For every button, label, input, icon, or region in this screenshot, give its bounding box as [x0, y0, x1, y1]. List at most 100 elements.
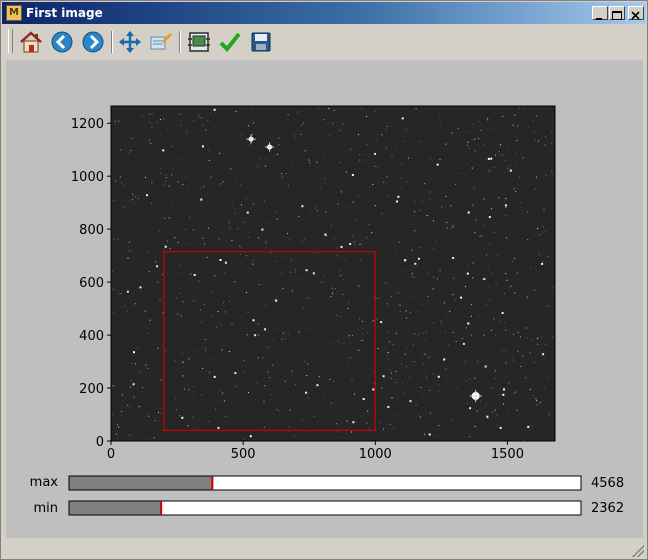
star — [274, 327, 276, 329]
star — [279, 410, 281, 412]
star — [483, 278, 486, 281]
star — [486, 254, 487, 256]
star — [434, 435, 436, 437]
star — [402, 393, 404, 395]
star — [385, 147, 387, 148]
star — [159, 299, 161, 301]
min-slider-handle[interactable] — [160, 501, 163, 515]
forward-arrow-icon — [82, 31, 104, 53]
star — [510, 285, 512, 287]
star — [160, 119, 161, 121]
star — [417, 334, 419, 335]
star — [397, 195, 400, 198]
star — [147, 252, 149, 253]
close-button[interactable] — [628, 6, 644, 20]
star — [494, 377, 496, 379]
star — [529, 352, 531, 354]
star — [433, 276, 435, 278]
star — [488, 170, 490, 172]
toolbar-grip[interactable] — [8, 29, 13, 53]
home-button[interactable] — [18, 28, 44, 56]
title-bar[interactable]: M First image — [2, 2, 646, 24]
zoom-button[interactable] — [148, 28, 174, 56]
star — [452, 419, 454, 421]
star — [392, 343, 394, 345]
star — [282, 175, 284, 177]
figure-canvas[interactable]: 0 500 1000 1500 0 200 400 600 800 1000 1200 max 4… — [6, 60, 643, 538]
star — [465, 360, 467, 362]
star — [444, 302, 445, 304]
star — [474, 377, 476, 379]
image-plot[interactable]: 0 500 1000 1500 0 200 400 600 800 1000 1200 max 4… — [6, 60, 643, 538]
star — [117, 424, 118, 426]
star — [160, 379, 162, 381]
star — [474, 189, 476, 191]
back-button[interactable] — [49, 28, 75, 56]
star — [451, 227, 453, 229]
pan-button[interactable] — [117, 28, 143, 56]
star — [543, 226, 544, 228]
star — [474, 138, 476, 140]
star — [340, 245, 343, 248]
star — [496, 425, 498, 427]
star — [544, 388, 546, 390]
star — [158, 411, 159, 413]
star — [488, 286, 490, 288]
star — [336, 254, 338, 256]
star — [201, 347, 203, 349]
minimize-icon — [596, 18, 602, 20]
star — [275, 260, 277, 262]
star — [462, 337, 464, 339]
star — [130, 150, 132, 152]
edit-axes-button[interactable] — [217, 28, 243, 56]
star — [523, 108, 525, 110]
star — [340, 275, 342, 277]
star — [343, 279, 345, 281]
star — [314, 207, 316, 209]
star — [387, 352, 389, 354]
star — [386, 351, 388, 353]
star — [120, 149, 122, 151]
star — [397, 292, 399, 294]
max-slider-handle[interactable] — [211, 476, 214, 490]
forward-button[interactable] — [80, 28, 106, 56]
star — [287, 114, 289, 116]
star — [347, 307, 349, 309]
star — [132, 383, 135, 386]
star — [246, 211, 249, 214]
star — [157, 347, 159, 349]
star — [480, 235, 482, 237]
star — [298, 331, 300, 333]
star — [427, 296, 429, 298]
star — [231, 202, 233, 204]
resize-grip[interactable] — [632, 545, 644, 557]
star — [164, 180, 166, 182]
star — [409, 400, 412, 403]
star — [350, 148, 352, 150]
configure-subplots-button[interactable] — [186, 28, 212, 56]
maximize-button[interactable] — [609, 6, 625, 20]
star — [483, 198, 485, 200]
star — [488, 242, 490, 244]
image-area[interactable] — [110, 105, 556, 442]
star — [506, 279, 508, 281]
minimize-button[interactable] — [592, 6, 608, 20]
star — [290, 271, 292, 273]
star — [491, 343, 492, 345]
star — [523, 439, 525, 441]
star — [420, 386, 422, 388]
star — [472, 255, 474, 257]
star — [494, 409, 496, 411]
star — [362, 339, 364, 341]
star — [546, 174, 548, 176]
star — [193, 274, 196, 276]
star — [188, 244, 190, 246]
star — [450, 132, 452, 134]
star — [352, 201, 354, 203]
star — [391, 155, 393, 156]
toolbar-separator — [179, 31, 181, 53]
star — [308, 159, 310, 161]
star — [328, 108, 330, 109]
save-button[interactable] — [248, 28, 274, 56]
star — [446, 221, 448, 223]
